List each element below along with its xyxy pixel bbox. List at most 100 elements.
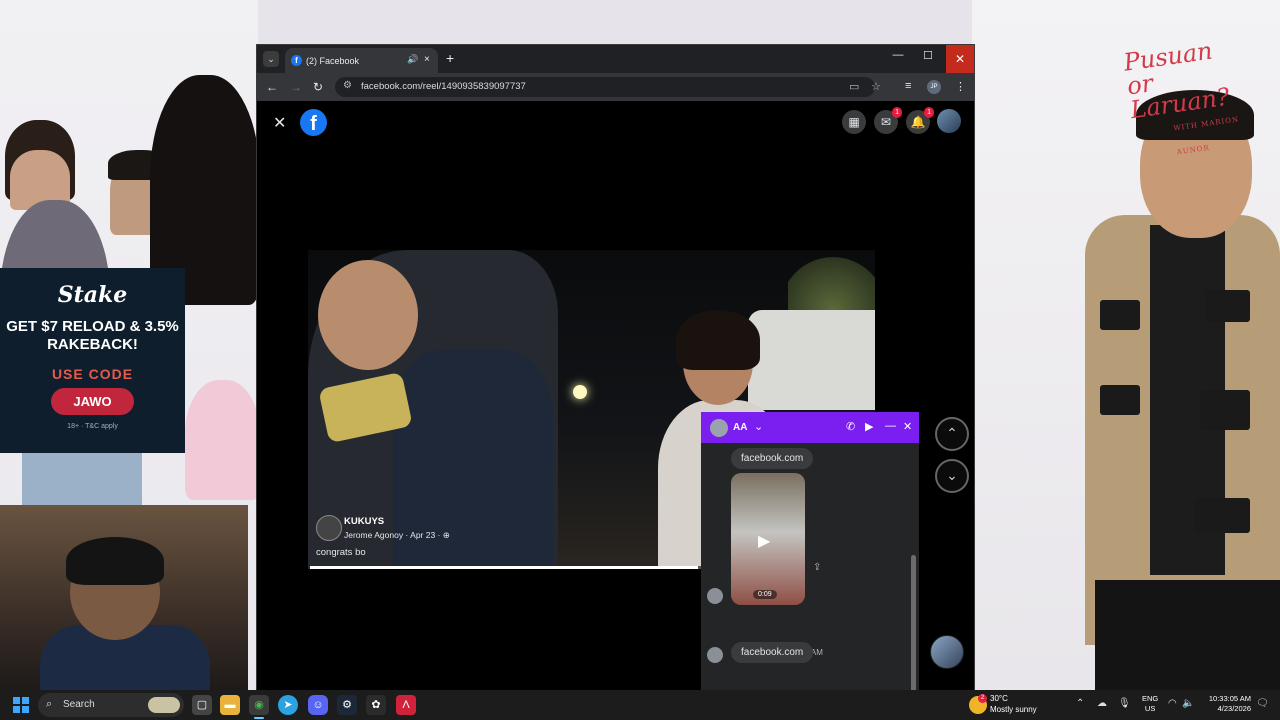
media-controls-icon[interactable]: ≡ [905, 80, 911, 92]
chevron-down-icon[interactable]: ⌄ [754, 420, 763, 433]
windows-start-icon[interactable] [13, 697, 29, 713]
facebook-logo[interactable]: f [300, 109, 327, 136]
video-streetlight [573, 385, 587, 399]
link-text[interactable]: facebook.com [741, 453, 803, 464]
chat-scroll-thumb[interactable] [911, 555, 916, 690]
tray-chevron-up-icon[interactable]: ⌃ [1076, 698, 1084, 709]
host-pants [1095, 580, 1280, 690]
close-reel-icon[interactable]: ✕ [273, 113, 286, 133]
chat-contact-name[interactable]: AA [733, 422, 747, 433]
forward-arrow-icon[interactable]: → [290, 80, 302, 94]
taskbar-search[interactable]: ⌕ Search [38, 693, 184, 717]
discord-icon[interactable]: ☺ [308, 695, 328, 715]
link-message[interactable]: facebook.com [731, 642, 814, 663]
chrome-icon[interactable]: ◉ [249, 695, 269, 715]
messenger-chat-window: AA ⌄ ✆ ▶ — ✕ facebook.com ▶ 0:09 ⇪ 10:33… [701, 412, 919, 690]
region-code: US [1144, 704, 1156, 713]
contact-avatar[interactable] [710, 419, 728, 437]
notification-icon[interactable]: 🗨 [1256, 698, 1269, 709]
new-tab-button[interactable]: + [446, 50, 454, 66]
steam-icon[interactable]: ⚙ [337, 695, 357, 715]
tab-title: (2) Facebook [306, 56, 360, 66]
search-label: Search [63, 699, 95, 710]
stake-advertisement: Stake GET $7 RELOAD & 3.5% RAKEBACK! USE… [0, 268, 185, 453]
messenger-icon[interactable]: ✉ 1 [874, 107, 902, 134]
weather-badge: 2 [978, 694, 987, 703]
minimize-chat-icon[interactable]: — [885, 420, 896, 432]
notifications-bell-icon[interactable]: 🔔 1 [906, 107, 934, 134]
notifications-badge: 1 [924, 107, 934, 118]
tab-facebook[interactable]: f (2) Facebook 🔊 × [285, 48, 438, 73]
streamer-hair [66, 537, 164, 585]
language-indicator[interactable]: ENG US [1142, 694, 1158, 714]
tab-close-icon[interactable]: × [424, 54, 430, 65]
maximize-button[interactable]: ☐ [914, 49, 942, 62]
reel-author-name[interactable]: KUKUYS [344, 516, 384, 527]
weather-description[interactable]: Mostly sunny [990, 705, 1037, 714]
file-explorer-icon[interactable]: ▬ [220, 695, 240, 715]
speaker-icon[interactable]: 🔊 [407, 54, 418, 65]
chat-head-bubble[interactable] [930, 635, 964, 669]
chat-header[interactable]: AA ⌄ ✆ ▶ — ✕ [701, 412, 919, 443]
active-app-indicator [254, 717, 264, 719]
telegram-icon[interactable]: ➤ [278, 695, 298, 715]
microphone-icon[interactable]: 🎙 [1118, 698, 1131, 709]
browser-toolbar: ← → ↻ ⚙ facebook.com/reel/14909358390977… [257, 73, 974, 101]
sender-avatar [707, 588, 723, 604]
site-info-icon[interactable]: ⚙ [343, 80, 352, 91]
chatgpt-icon[interactable]: ✿ [366, 695, 386, 715]
link-message[interactable]: facebook.com [731, 448, 814, 469]
video-call-icon[interactable]: ▶ [865, 420, 873, 433]
tab-strip: ⌄ f (2) Facebook 🔊 × + — ☐ ✕ [257, 45, 974, 73]
facebook-favicon-icon: f [291, 55, 302, 66]
install-app-icon[interactable]: ▭ [849, 80, 859, 93]
next-reel-button[interactable]: ⌄ [935, 459, 969, 493]
tab-search-button[interactable]: ⌄ [263, 51, 279, 67]
chat-scrollbar[interactable] [911, 485, 916, 690]
jacket-pocket [1200, 390, 1250, 430]
address-bar[interactable]: ⚙ facebook.com/reel/1490935839097737 ▭ ☆ [335, 77, 881, 97]
streamer-webcam [0, 505, 248, 690]
onedrive-icon[interactable]: ☁ [1097, 698, 1107, 709]
video-woman-hair [676, 310, 760, 370]
share-icon[interactable]: ⇪ [813, 562, 821, 573]
close-chat-icon[interactable]: ✕ [903, 420, 912, 433]
red-app-icon[interactable]: Λ [396, 695, 416, 715]
weather-temperature[interactable]: 30°C [990, 694, 1008, 703]
sender-avatar [707, 647, 723, 663]
jacket-pocket [1100, 300, 1140, 330]
reel-poster-line[interactable]: Jerome Agonoy · Apr 23 · ⊕ [344, 530, 450, 541]
video-duration: 0:09 [753, 590, 777, 599]
account-avatar[interactable] [937, 109, 961, 133]
menu-kebab-icon[interactable]: ⋮ [955, 80, 966, 93]
previous-reel-button[interactable]: ⌃ [935, 417, 969, 451]
volume-icon[interactable]: 🔈 [1182, 698, 1194, 709]
search-icon: ⌕ [46, 698, 53, 710]
close-window-button[interactable]: ✕ [946, 45, 974, 73]
system-clock[interactable]: 10:33:05 AM 4/23/2026 [1196, 694, 1251, 714]
apps-menu-icon[interactable]: ▦ [842, 110, 866, 134]
language-code: ENG [1142, 694, 1159, 703]
stake-headline: GET $7 RELOAD & 3.5% RAKEBACK! [6, 318, 179, 353]
url-text[interactable]: facebook.com/reel/1490935839097737 [361, 81, 526, 92]
wifi-icon[interactable]: ◠ [1168, 698, 1177, 709]
jacket-pocket [1205, 290, 1250, 322]
minimize-button[interactable]: — [884, 49, 912, 61]
stake-use-code-label: USE CODE [51, 366, 134, 382]
video-person-head [318, 260, 418, 370]
link-text[interactable]: facebook.com [741, 647, 803, 658]
task-view-icon[interactable]: ▢ [192, 695, 212, 715]
reload-icon[interactable]: ↻ [313, 80, 323, 94]
back-arrow-icon[interactable]: ← [266, 80, 278, 94]
windows-taskbar: ⌕ Search ▢ ▬ ◉ ➤ ☺ ⚙ ✿ Λ 2 30°C Mostly s… [0, 690, 1280, 720]
chat-messages: facebook.com ▶ 0:09 ⇪ 10:33 AM facebook.… [701, 443, 919, 690]
author-avatar[interactable] [316, 515, 342, 541]
clock-date: 4/23/2026 [1217, 704, 1251, 713]
phone-call-icon[interactable]: ✆ [846, 420, 855, 433]
reel-caption: congrats bo [316, 547, 366, 558]
profile-avatar[interactable]: JP [927, 80, 941, 94]
shared-video-message[interactable]: ▶ 0:09 [731, 473, 805, 605]
play-icon[interactable]: ▶ [758, 531, 770, 551]
video-progress-fill [310, 566, 699, 569]
bookmark-star-icon[interactable]: ☆ [871, 80, 881, 93]
